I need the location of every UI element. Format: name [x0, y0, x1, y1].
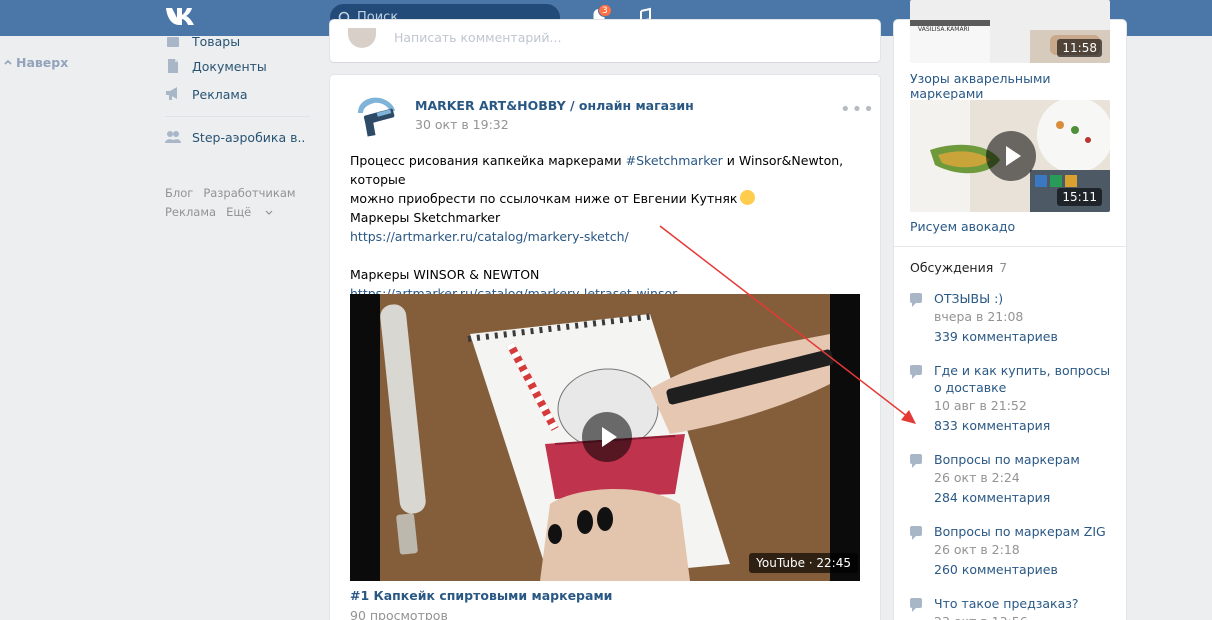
post-text: Процесс рисования капкейка маркерами #Sk… — [350, 151, 870, 303]
menu-divider — [165, 116, 310, 117]
discussion-date: вчера в 21:08 — [934, 309, 1024, 324]
menu-item-label: Товары — [192, 33, 241, 49]
video-thumb-2[interactable]: 15:11 — [910, 100, 1110, 212]
footer-link-blog[interactable]: Блог — [165, 186, 193, 200]
discussion-date: 23 окт в 13:56 — [934, 612, 1115, 620]
discussion-comments-count[interactable]: 284 комментария — [934, 488, 1115, 508]
comment-bubble-icon — [910, 293, 922, 307]
label-sketchmarker: Маркеры Sketchmarker — [350, 210, 501, 225]
menu-item-group-step-aerobics[interactable]: Step-аэробика в.. — [165, 123, 315, 151]
discussion-comments-count[interactable]: 833 комментария — [934, 416, 1115, 436]
discussion-comments-count[interactable]: 339 комментариев — [934, 327, 1115, 347]
vk-logo[interactable] — [164, 5, 200, 29]
comment-bubble-icon — [910, 598, 922, 612]
discussion-title[interactable]: Вопросы по маркерам ZIG — [934, 523, 1115, 540]
video-thumb-1[interactable]: VASILISA.KAMARI 11:58 — [910, 0, 1110, 63]
label-winsor: Маркеры WINSOR & NEWTON — [350, 267, 540, 282]
left-footer-links: Блог Разработчикам Реклама Ещё — [165, 184, 315, 222]
video-player[interactable]: YouTube · 22:45 — [350, 294, 860, 581]
commenter-avatar — [348, 28, 376, 48]
discussion-title[interactable]: ОТЗЫВЫ :) — [934, 290, 1115, 307]
document-icon — [168, 59, 178, 73]
comment-bubble-icon — [910, 365, 922, 379]
chevron-up-icon — [4, 59, 12, 65]
discussion-title[interactable]: Где и как купить, вопросы о доставке — [934, 362, 1115, 396]
discussion-title[interactable]: Что такое предзаказ? — [934, 595, 1115, 612]
menu-item-label: Документы — [192, 58, 267, 74]
video-title-link[interactable]: Рисуем авокадо — [910, 219, 1015, 234]
post-more-menu-icon[interactable]: ••• — [840, 99, 875, 120]
left-nav-menu: Товары Документы Реклама Step-аэробика в… — [165, 30, 315, 151]
discussion-title[interactable]: Вопросы по маркерам — [934, 451, 1115, 468]
back-to-top-button[interactable]: Наверх — [4, 55, 68, 70]
post-text-part: можно приобрести по ссылочкам ниже от Ев… — [350, 191, 738, 206]
discussions-count: 7 — [999, 260, 1008, 275]
discussions-title: Обсуждения — [910, 260, 994, 275]
play-button-icon[interactable] — [582, 412, 632, 462]
community-avatar[interactable] — [350, 91, 400, 141]
discussion-date: 26 окт в 2:18 — [934, 542, 1020, 557]
hashtag-link[interactable]: #Sketchmarker — [626, 153, 723, 168]
comment-box-card: Написать комментарий... — [330, 20, 880, 62]
back-to-top-label: Наверх — [16, 55, 69, 70]
vk-logo-icon — [166, 8, 194, 25]
footer-more-label: Ещё — [226, 205, 252, 219]
video-duration: 11:58 — [1057, 39, 1102, 57]
link-sketchmarker[interactable]: https://artmarker.ru/catalog/markery-ske… — [350, 227, 870, 246]
footer-link-developers[interactable]: Разработчикам — [203, 186, 295, 200]
discussion-date: 10 авг в 21:52 — [934, 398, 1027, 413]
comment-bubble-icon — [910, 526, 922, 540]
post-card: MARKER ART&HOBBY / онлайн магазин 30 окт… — [330, 75, 880, 620]
discussion-date: 26 окт в 2:24 — [934, 470, 1020, 485]
video-duration-badge: YouTube · 22:45 — [749, 553, 858, 573]
footer-link-ads[interactable]: Реклама — [165, 205, 216, 219]
footer-link-more[interactable]: Ещё — [226, 205, 273, 219]
menu-item-label: Реклама — [192, 86, 248, 102]
discussion-comments-count[interactable]: 260 комментариев — [934, 560, 1115, 580]
discussion-item[interactable]: Вопросы по маркерам 26 окт в 2:24 284 ко… — [910, 451, 1115, 508]
post-date[interactable]: 30 окт в 19:32 — [415, 117, 509, 132]
menu-item-label: Step-аэробика в.. — [192, 129, 306, 145]
video-views: 90 просмотров — [350, 608, 448, 620]
video-title-link[interactable]: Узоры акварельными маркерами — [910, 71, 1126, 101]
notifications-badge: 3 — [598, 4, 612, 17]
goods-icon — [167, 37, 179, 47]
comment-bubble-icon — [910, 454, 922, 468]
menu-item-ads[interactable]: Реклама — [165, 80, 315, 108]
video-title-link[interactable]: #1 Капкейк спиртовыми маркерами — [350, 588, 612, 603]
chevron-down-icon — [265, 210, 273, 215]
discussion-item[interactable]: Где и как купить, вопросы о доставке 10 … — [910, 362, 1115, 436]
video-duration: 15:11 — [1057, 188, 1102, 206]
users-icon — [165, 131, 181, 143]
post-text-part: Процесс рисования капкейка маркерами — [350, 153, 626, 168]
megaphone-icon — [166, 87, 177, 100]
discussion-item[interactable]: Вопросы по маркерам ZIG 26 окт в 2:18 26… — [910, 523, 1115, 580]
right-sidebar-card: VASILISA.KAMARI 11:58 Узоры акварельными… — [894, 0, 1126, 620]
post-author-link[interactable]: MARKER ART&HOBBY / онлайн магазин — [415, 98, 694, 113]
discussion-item[interactable]: ОТЗЫВЫ :) вчера в 21:08 339 комментариев — [910, 290, 1115, 347]
discussions-header[interactable]: Обсуждения 7 — [910, 260, 1007, 275]
wink-emoji-icon — [740, 190, 756, 205]
discussion-item[interactable]: Что такое предзаказ? 23 окт в 13:56 — [910, 595, 1115, 620]
thumb-caption: VASILISA.KAMARI — [918, 26, 970, 33]
menu-item-goods[interactable]: Товары — [165, 30, 315, 52]
play-button-icon[interactable] — [986, 131, 1036, 181]
menu-item-documents[interactable]: Документы — [165, 52, 315, 80]
comment-input[interactable]: Написать комментарий... — [394, 30, 561, 45]
sidebar-divider — [894, 246, 1126, 247]
